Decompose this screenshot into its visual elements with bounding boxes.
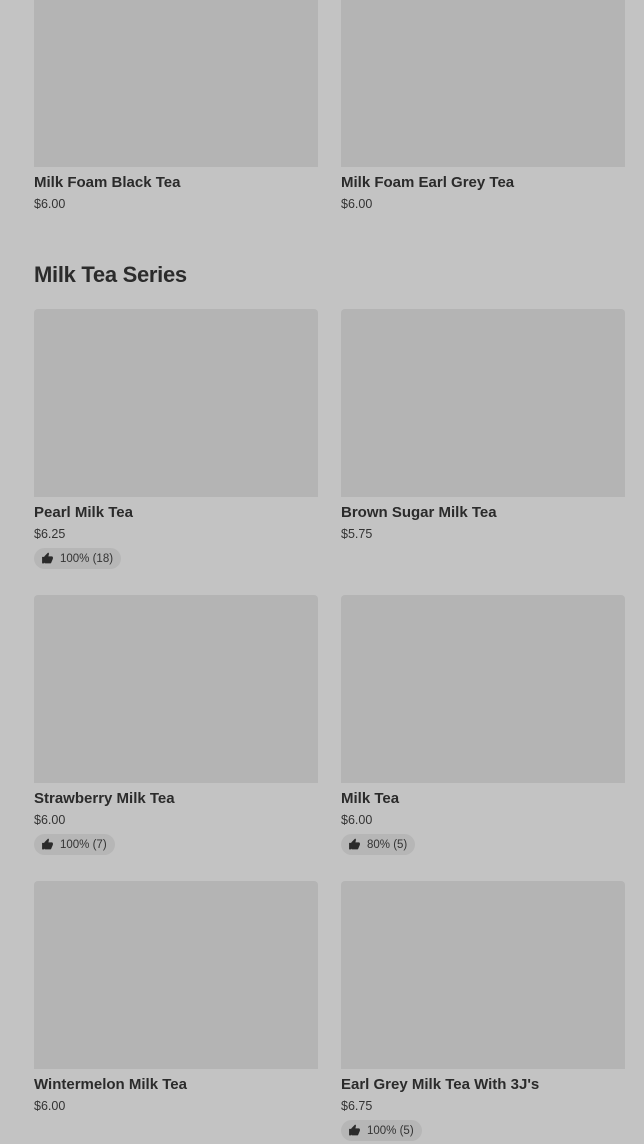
item-image[interactable] xyxy=(341,595,625,783)
menu-item-card[interactable]: Milk Tea $6.00 80% (5) xyxy=(341,595,625,856)
item-image[interactable] xyxy=(34,881,318,1069)
item-image[interactable] xyxy=(341,881,625,1069)
item-name: Milk Tea xyxy=(341,790,400,807)
rating-text: 100% (18) xyxy=(60,552,114,565)
item-price: $5.75 xyxy=(341,527,373,541)
section-title: Milk Tea Series xyxy=(34,262,187,287)
item-name: Brown Sugar Milk Tea xyxy=(341,504,497,521)
menu-item-card[interactable]: Strawberry Milk Tea $6.00 100% (7) xyxy=(34,595,318,856)
item-price: $6.75 xyxy=(341,1099,373,1113)
rating-badge: 80% (5) xyxy=(341,834,416,855)
menu-item-card[interactable]: Earl Grey Milk Tea With 3J's $6.75 100% … xyxy=(341,881,625,1142)
thumbs-up-icon xyxy=(349,838,360,850)
menu-item-card[interactable]: Pearl Milk Tea $6.25 100% (18) xyxy=(34,309,318,570)
rating-text: 100% (5) xyxy=(367,1124,414,1137)
item-name: Earl Grey Milk Tea With 3J's xyxy=(341,1076,540,1093)
rating-badge: 100% (7) xyxy=(34,834,115,855)
thumbs-up-icon xyxy=(42,838,53,850)
menu-item-card[interactable]: Brown Sugar Milk Tea $5.75 xyxy=(341,309,625,542)
rating-badge: 100% (18) xyxy=(34,548,122,569)
menu-item-card[interactable]: Wintermelon Milk Tea $6.00 xyxy=(34,881,318,1114)
item-price: $6.00 xyxy=(34,1099,66,1113)
item-price: $6.00 xyxy=(34,813,66,827)
rating-badge: 100% (5) xyxy=(341,1120,422,1141)
menu-item-card[interactable]: Milk Foam Black Tea $6.00 xyxy=(34,0,318,212)
item-price: $6.00 xyxy=(341,813,373,827)
menu-item-card[interactable]: Milk Foam Earl Grey Tea $6.00 xyxy=(341,0,625,212)
item-price: $6.00 xyxy=(34,197,66,211)
item-image[interactable] xyxy=(341,0,625,167)
item-name: Wintermelon Milk Tea xyxy=(34,1076,187,1093)
item-image[interactable] xyxy=(341,309,625,497)
thumbs-up-icon xyxy=(42,552,53,564)
item-image[interactable] xyxy=(34,309,318,497)
item-image[interactable] xyxy=(34,0,318,167)
item-price: $6.00 xyxy=(341,197,373,211)
menu-page: Milk Foam Black Tea $6.00 Milk Foam Earl… xyxy=(0,0,644,1144)
item-name: Milk Foam Black Tea xyxy=(34,174,181,191)
item-name: Pearl Milk Tea xyxy=(34,504,133,521)
thumbs-up-icon xyxy=(349,1124,360,1136)
item-name: Strawberry Milk Tea xyxy=(34,790,175,807)
rating-text: 100% (7) xyxy=(60,838,107,851)
item-name: Milk Foam Earl Grey Tea xyxy=(341,174,515,191)
rating-text: 80% (5) xyxy=(367,838,408,851)
item-price: $6.25 xyxy=(34,527,66,541)
item-image[interactable] xyxy=(34,595,318,783)
